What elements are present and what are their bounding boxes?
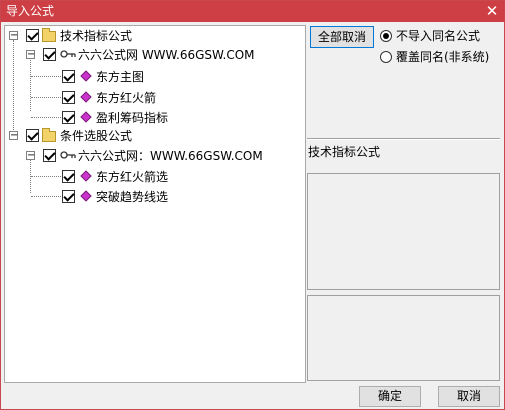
formula-checkbox[interactable] [62,91,75,104]
title-bar: 导入公式 ✕ [1,1,504,22]
cancel-all-button[interactable]: 全部取消 [310,26,374,48]
formula-checkbox[interactable] [62,190,75,203]
tree-connector [31,196,61,198]
formula-label: 东方红火箭 [96,91,157,105]
tree-group-technical[interactable]: − 技术指标公式 [5,28,295,44]
key-icon [60,50,76,58]
tree-formula-item[interactable]: 东方主图 [5,68,295,84]
collapse-icon[interactable]: − [9,131,18,141]
tree-formula-item[interactable]: 突破趋势线选 [5,188,295,204]
radio-no-import[interactable] [380,30,392,42]
tree-connector [31,117,61,119]
close-icon[interactable]: ✕ [484,1,500,22]
collapse-icon[interactable]: − [26,50,35,60]
window-title: 导入公式 [6,4,55,18]
formula-checkbox[interactable] [62,70,75,83]
ok-button[interactable]: 确定 [359,386,421,407]
tree-formula-item[interactable]: 东方红火箭 [5,89,295,105]
tree-formula-item[interactable]: 东方红火箭选 [5,168,295,184]
formula-label: 东方红火箭选 [96,170,169,184]
formula-tree[interactable]: − 技术指标公式 − 六六公式网 WWW.66GSW.COM 东方主图 东方红火… [4,25,306,383]
collapse-icon[interactable]: − [26,151,35,161]
key-icon [60,151,76,159]
divider [307,138,500,140]
formula-icon [80,170,92,182]
tree-connector [31,97,61,99]
formula-label: 突破趋势线选 [96,190,169,204]
collapse-icon[interactable]: − [9,31,18,41]
tree-source-node[interactable]: − 六六公式网 WWW.66GSW.COM [5,46,295,62]
formula-icon [80,111,92,123]
radio-overwrite-label[interactable]: 覆盖同名(非系统) [396,50,489,64]
folder-icon [42,28,56,42]
tree-group-screening[interactable]: − 条件选股公式 [5,128,295,144]
source-checkbox[interactable] [43,149,56,162]
formula-checkbox[interactable] [62,111,75,124]
folder-icon [42,128,56,142]
formula-label: 东方主图 [96,70,145,84]
formula-detail-box [307,295,500,381]
formula-icon [80,91,92,103]
group-label: 技术指标公式 [60,29,133,43]
source-checkbox[interactable] [43,48,56,61]
formula-description-box [307,173,500,290]
formula-label: 盈利筹码指标 [96,111,169,125]
tree-source-node[interactable]: − 六六公式网：WWW.66GSW.COM [5,147,295,163]
tree-connector [31,76,61,78]
section-title: 技术指标公式 [308,145,381,159]
tree-formula-item[interactable]: 盈利筹码指标 [5,109,295,125]
group-label: 条件选股公式 [60,129,133,143]
source-label: 六六公式网：WWW.66GSW.COM [78,149,263,163]
group-checkbox[interactable] [26,29,39,42]
tree-connector [31,176,61,178]
group-checkbox[interactable] [26,129,39,142]
formula-checkbox[interactable] [62,170,75,183]
cancel-button[interactable]: 取消 [438,386,500,407]
formula-icon [80,190,92,202]
source-label: 六六公式网 WWW.66GSW.COM [78,48,255,62]
radio-no-import-label[interactable]: 不导入同名公式 [396,29,480,43]
radio-overwrite[interactable] [380,51,392,63]
import-formula-dialog: 导入公式 ✕ − 技术指标公式 − 六六公式网 WWW.66GSW.COM 东方… [0,0,505,410]
formula-icon [80,70,92,82]
